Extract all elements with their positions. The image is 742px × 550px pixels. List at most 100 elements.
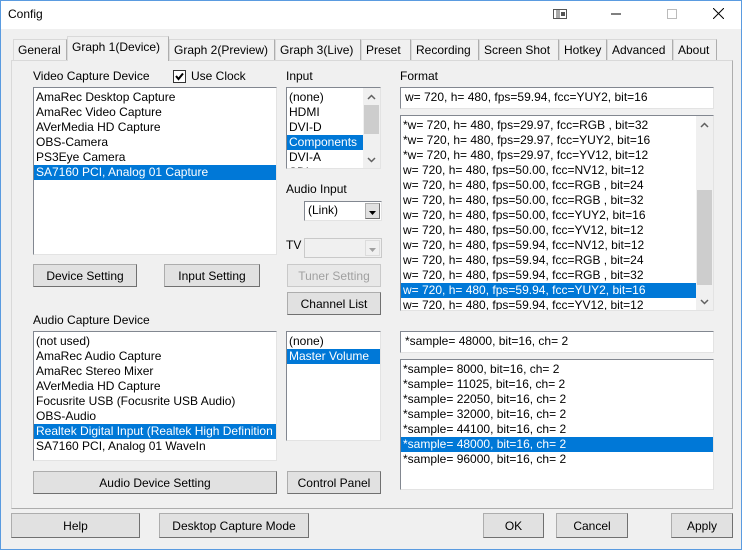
- list-item-selected[interactable]: w= 720, h= 480, fps=59.94, fcc=YUY2, bit…: [401, 283, 696, 298]
- list-item[interactable]: *w= 720, h= 480, fps=29.97, fcc=RGB , bi…: [401, 118, 696, 133]
- list-item[interactable]: *sample= 44100, bit=16, ch= 2: [401, 422, 713, 437]
- list-item[interactable]: *sample= 32000, bit=16, ch= 2: [401, 407, 713, 422]
- list-item[interactable]: AVerMedia HD Capture: [34, 379, 276, 394]
- ok-button[interactable]: OK: [483, 513, 544, 538]
- audio-capture-device-label: Audio Capture Device: [33, 313, 150, 327]
- list-item[interactable]: (none): [287, 90, 364, 105]
- list-item[interactable]: AmaRec Audio Capture: [34, 349, 276, 364]
- device-setting-button[interactable]: Device Setting: [33, 264, 137, 287]
- list-item[interactable]: DVI-D: [287, 120, 364, 135]
- scroll-thumb[interactable]: [364, 105, 379, 134]
- format-current-field[interactable]: w= 720, h= 480, fps=59.94, fcc=YUY2, bit…: [400, 87, 714, 109]
- list-item[interactable]: *sample= 8000, bit=16, ch= 2: [401, 362, 713, 377]
- list-item[interactable]: DVI-A: [287, 150, 364, 165]
- tab-graph2-preview[interactable]: Graph 2(Preview): [169, 39, 275, 60]
- compact-mode-button[interactable]: [537, 1, 583, 29]
- list-item[interactable]: SDI: [287, 165, 364, 168]
- tab-label: Graph 1(Device): [72, 40, 161, 54]
- tab-label: Advanced: [612, 43, 666, 57]
- input-list[interactable]: (none) HDMI DVI-D Components DVI-A SDI: [286, 87, 381, 169]
- list-item[interactable]: OBS-Camera: [34, 135, 276, 150]
- list-item[interactable]: PS3Eye Camera: [34, 150, 276, 165]
- scroll-up-icon[interactable]: [363, 88, 380, 105]
- tab-hotkey[interactable]: Hotkey: [559, 39, 607, 60]
- control-panel-button[interactable]: Control Panel: [287, 471, 381, 494]
- audio-format-current-field[interactable]: *sample= 48000, bit=16, ch= 2: [400, 331, 714, 353]
- list-item[interactable]: AmaRec Desktop Capture: [34, 90, 276, 105]
- list-item[interactable]: *w= 720, h= 480, fps=29.97, fcc=YV12, bi…: [401, 148, 696, 163]
- tuner-setting-button: Tuner Setting: [287, 264, 381, 287]
- scroll-down-icon[interactable]: [696, 293, 713, 310]
- list-item[interactable]: *w= 720, h= 480, fps=29.97, fcc=YUY2, bi…: [401, 133, 696, 148]
- close-icon: [712, 7, 724, 22]
- scroll-down-icon[interactable]: [363, 151, 380, 168]
- tab-screen-shot[interactable]: Screen Shot: [479, 39, 559, 60]
- compact-mode-icon: [553, 8, 567, 22]
- help-button[interactable]: Help: [11, 513, 140, 538]
- close-button[interactable]: [695, 1, 741, 29]
- input-label: Input: [286, 69, 313, 83]
- list-item-selected[interactable]: Components: [287, 135, 364, 150]
- tab-graph3-live[interactable]: Graph 3(Live): [275, 39, 361, 60]
- desktop-capture-mode-button[interactable]: Desktop Capture Mode: [159, 513, 309, 538]
- list-item[interactable]: w= 720, h= 480, fps=50.00, fcc=RGB , bit…: [401, 178, 696, 193]
- tab-graph1-device[interactable]: Graph 1(Device): [67, 36, 169, 61]
- chevron-down-icon: [369, 203, 376, 220]
- tab-preset[interactable]: Preset: [361, 39, 411, 60]
- list-item[interactable]: HDMI: [287, 105, 364, 120]
- list-item-selected[interactable]: SA7160 PCI, Analog 01 Capture: [34, 165, 276, 180]
- list-item[interactable]: AmaRec Video Capture: [34, 105, 276, 120]
- tab-label: General: [18, 43, 61, 57]
- list-item[interactable]: SA7160 PCI, Analog 01 WaveIn: [34, 439, 276, 454]
- audio-mixer-list[interactable]: (none) Master Volume: [286, 331, 381, 441]
- tab-advanced[interactable]: Advanced: [607, 39, 673, 60]
- format-list[interactable]: *w= 720, h= 480, fps=29.97, fcc=RGB , bi…: [400, 115, 714, 311]
- list-item[interactable]: w= 720, h= 480, fps=59.94, fcc=NV12, bit…: [401, 238, 696, 253]
- audio-device-setting-button[interactable]: Audio Device Setting: [33, 471, 277, 494]
- minimize-button[interactable]: [593, 1, 639, 29]
- list-item[interactable]: (not used): [34, 334, 276, 349]
- audio-device-list[interactable]: (not used) AmaRec Audio Capture AmaRec Ste…: [33, 331, 277, 461]
- list-item[interactable]: *sample= 22050, bit=16, ch= 2: [401, 392, 713, 407]
- audio-format-list[interactable]: *sample= 8000, bit=16, ch= 2 *sample= 110…: [400, 359, 714, 490]
- cancel-button[interactable]: Cancel: [556, 513, 628, 538]
- audio-input-select[interactable]: (Link): [304, 201, 382, 221]
- list-item[interactable]: w= 720, h= 480, fps=50.00, fcc=YV12, bit…: [401, 223, 696, 238]
- tv-label: TV: [286, 238, 302, 252]
- list-item[interactable]: AmaRec Stereo Mixer: [34, 364, 276, 379]
- dropdown-button[interactable]: [365, 203, 380, 219]
- minimize-icon: [611, 8, 621, 22]
- list-item[interactable]: w= 720, h= 480, fps=50.00, fcc=YUY2, bit…: [401, 208, 696, 223]
- list-item[interactable]: OBS-Audio: [34, 409, 276, 424]
- list-item[interactable]: *sample= 11025, bit=16, ch= 2: [401, 377, 713, 392]
- audio-input-value: (Link): [308, 203, 339, 217]
- list-item[interactable]: (none): [287, 334, 380, 349]
- list-item-selected[interactable]: Realtek Digital Input (Realtek High Defi…: [34, 424, 276, 439]
- title-bar: Config: [1, 1, 741, 29]
- tab-recording[interactable]: Recording: [411, 39, 479, 60]
- list-item[interactable]: Focusrite USB (Focusrite USB Audio): [34, 394, 276, 409]
- tab-label: Preset: [366, 43, 401, 57]
- list-item[interactable]: w= 720, h= 480, fps=59.94, fcc=RGB , bit…: [401, 268, 696, 283]
- input-setting-button[interactable]: Input Setting: [164, 264, 260, 287]
- list-item[interactable]: w= 720, h= 480, fps=50.00, fcc=NV12, bit…: [401, 163, 696, 178]
- tab-about[interactable]: About: [673, 39, 717, 60]
- use-clock-checkbox[interactable]: [173, 70, 186, 83]
- list-item[interactable]: w= 720, h= 480, fps=59.94, fcc=YV12, bit…: [401, 298, 696, 310]
- use-clock-label: Use Clock: [191, 69, 246, 83]
- scroll-thumb[interactable]: [697, 190, 712, 285]
- apply-button[interactable]: Apply: [671, 513, 733, 538]
- list-item-selected[interactable]: *sample= 48000, bit=16, ch= 2: [401, 437, 713, 452]
- list-item[interactable]: *sample= 96000, bit=16, ch= 2: [401, 452, 713, 467]
- list-item-selected[interactable]: Master Volume: [287, 349, 380, 364]
- video-device-list[interactable]: AmaRec Desktop Capture AmaRec Video Capt…: [33, 87, 277, 255]
- list-item[interactable]: w= 720, h= 480, fps=50.00, fcc=RGB , bit…: [401, 193, 696, 208]
- channel-list-button[interactable]: Channel List: [287, 292, 381, 315]
- maximize-button[interactable]: [649, 1, 695, 29]
- scroll-up-icon[interactable]: [696, 116, 713, 133]
- tab-general[interactable]: General: [13, 39, 67, 60]
- list-item[interactable]: w= 720, h= 480, fps=59.94, fcc=RGB , bit…: [401, 253, 696, 268]
- input-list-scrollbar[interactable]: [363, 88, 380, 168]
- format-list-scrollbar[interactable]: [696, 116, 713, 310]
- list-item[interactable]: AVerMedia HD Capture: [34, 120, 276, 135]
